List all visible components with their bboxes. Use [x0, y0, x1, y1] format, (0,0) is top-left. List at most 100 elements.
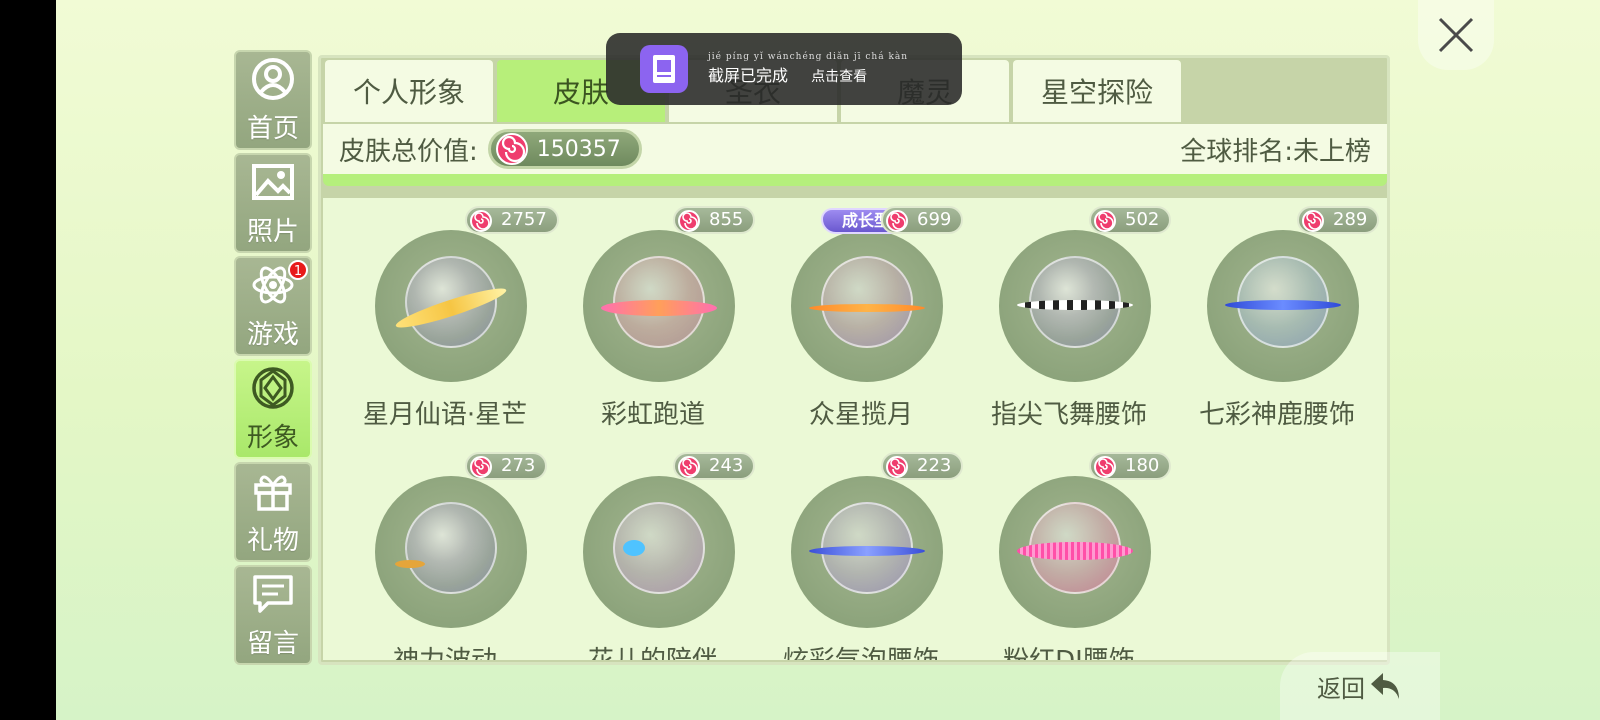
ring-effect	[395, 560, 425, 568]
gift-icon	[254, 474, 292, 511]
skin-item[interactable]: 855 彩虹跑道	[551, 206, 756, 436]
ring-effect	[1225, 300, 1341, 310]
skin-item[interactable]: 273 神力波动	[343, 452, 548, 660]
sidebar: 首页 照片 1 游戏 形象 礼物 留言	[234, 50, 314, 668]
skin-preview	[999, 476, 1151, 628]
candy-coin-icon	[678, 210, 700, 232]
skin-item[interactable]: 223 炫彩气泡腰饰	[759, 452, 964, 660]
skin-item[interactable]: 502 指尖飞舞腰饰	[967, 206, 1172, 436]
skin-name: 花儿的陪伴	[551, 640, 755, 660]
skin-name: 炫彩气泡腰饰	[759, 640, 963, 660]
price-badge: 223	[881, 452, 964, 480]
sidebar-item-messages[interactable]: 留言	[234, 565, 312, 665]
tab-star-exploration[interactable]: 星空探险	[1013, 60, 1181, 122]
skin-name: 神力波动	[343, 640, 547, 660]
skin-preview	[791, 230, 943, 382]
skin-preview	[791, 476, 943, 628]
sidebar-item-gifts[interactable]: 礼物	[234, 462, 312, 562]
diamond-icon	[252, 366, 294, 409]
ring-effect	[623, 540, 645, 556]
candy-coin-icon	[470, 456, 492, 478]
price-value: 502	[1125, 209, 1160, 230]
candy-coin-icon	[886, 210, 908, 232]
notification-badge: 1	[288, 260, 308, 280]
price-badge: 855	[673, 206, 756, 234]
price-badge: 502	[1089, 206, 1172, 234]
price-badge: 180	[1089, 452, 1172, 480]
skin-grid: 2757 星月仙语·星芒 855 彩虹跑道 成长型 699 众星揽月 502 指…	[323, 198, 1387, 660]
skin-name: 粉红DJ腰饰	[967, 640, 1171, 660]
back-button[interactable]: 返回	[1280, 652, 1440, 720]
candy-coin-icon	[678, 456, 700, 478]
skin-preview	[1207, 230, 1359, 382]
skin-name: 彩虹跑道	[600, 400, 705, 430]
skin-name: 七彩神鹿腰饰	[1198, 400, 1355, 430]
skin-preview	[999, 230, 1151, 382]
price-value: 2757	[501, 209, 547, 230]
sidebar-item-games[interactable]: 1 游戏	[234, 256, 312, 356]
skin-value-bar: 皮肤总价值: 150357 全球排名:未上榜	[323, 124, 1387, 186]
candy-coin-icon	[886, 456, 908, 478]
skin-name: 指尖飞舞腰饰	[990, 400, 1147, 430]
total-value-pill: 150357	[487, 129, 642, 169]
sidebar-item-home[interactable]: 首页	[234, 50, 312, 150]
price-value: 855	[709, 209, 744, 230]
sidebar-item-label: 照片	[246, 216, 299, 247]
sidebar-item-photos[interactable]: 照片	[234, 153, 312, 253]
price-value: 223	[917, 455, 952, 476]
skin-preview	[583, 476, 735, 628]
price-value: 289	[1333, 209, 1368, 230]
ring-effect	[809, 546, 925, 556]
price-value: 243	[709, 455, 744, 476]
bubble-image	[405, 502, 497, 594]
game-screen: 首页 照片 1 游戏 形象 礼物 留言 个人形象 皮肤 星空探险 皮肤总价值: …	[56, 0, 1600, 720]
user-icon	[252, 57, 294, 100]
price-badge: 273	[465, 452, 548, 480]
photo-icon	[252, 163, 294, 200]
skin-preview	[375, 230, 527, 382]
close-icon	[1438, 17, 1474, 53]
price-value: 699	[917, 209, 952, 230]
screenshot-icon	[640, 45, 688, 93]
skin-item[interactable]: 2757 星月仙语·星芒	[343, 206, 559, 436]
skin-preview	[375, 476, 527, 628]
candy-coin-icon	[1302, 210, 1324, 232]
toast-action-text: 点击查看	[811, 69, 868, 85]
skin-item[interactable]: 成长型 699 众星揽月	[759, 206, 964, 436]
skin-name: 众星揽月	[808, 400, 913, 430]
sidebar-item-label: 留言	[246, 628, 299, 659]
sidebar-item-label: 游戏	[246, 319, 299, 350]
skin-item[interactable]: 289 七彩神鹿腰饰	[1175, 206, 1380, 436]
skin-item[interactable]: 180 粉红DJ腰饰	[967, 452, 1172, 660]
global-rank: 全球排名:未上榜	[1180, 136, 1371, 167]
ring-effect	[1017, 300, 1133, 310]
candy-coin-icon	[470, 210, 492, 232]
sidebar-item-label: 形象	[246, 422, 299, 453]
back-label: 返回	[1317, 674, 1365, 703]
toast-main-text: 截屏已完成	[708, 66, 789, 85]
skin-item[interactable]: 243 花儿的陪伴	[551, 452, 756, 660]
price-badge: 699	[881, 206, 964, 234]
price-value: 180	[1125, 455, 1160, 476]
skin-preview	[583, 230, 735, 382]
screenshot-toast[interactable]: jié píng yǐ wánchéng diǎn jī chá kàn 截屏已…	[606, 33, 962, 105]
message-icon	[253, 574, 293, 613]
total-value: 150357	[536, 136, 621, 162]
close-button[interactable]	[1418, 0, 1494, 70]
sidebar-item-appearance[interactable]: 形象	[234, 359, 312, 459]
candy-coin-icon	[1094, 456, 1116, 478]
price-badge: 2757	[465, 206, 559, 234]
toast-pinyin: jié píng yǐ wánchéng diǎn jī chá kàn	[708, 52, 909, 62]
main-panel: 个人形象 皮肤 圣衣 魔灵 星空探险 皮肤总价值: 150357 全球排名:未上…	[318, 55, 1390, 665]
ring-effect	[601, 300, 717, 316]
total-value-label: 皮肤总价值:	[339, 136, 478, 167]
ring-effect	[1017, 542, 1133, 560]
candy-coin-icon	[1094, 210, 1116, 232]
candy-coin-icon	[495, 133, 528, 165]
ring-effect	[809, 304, 925, 312]
back-arrow-icon	[1371, 673, 1399, 699]
sidebar-item-label: 首页	[246, 113, 299, 144]
price-badge: 243	[673, 452, 756, 480]
tab-personal-image[interactable]: 个人形象	[325, 60, 493, 122]
bubble-image	[821, 256, 913, 348]
